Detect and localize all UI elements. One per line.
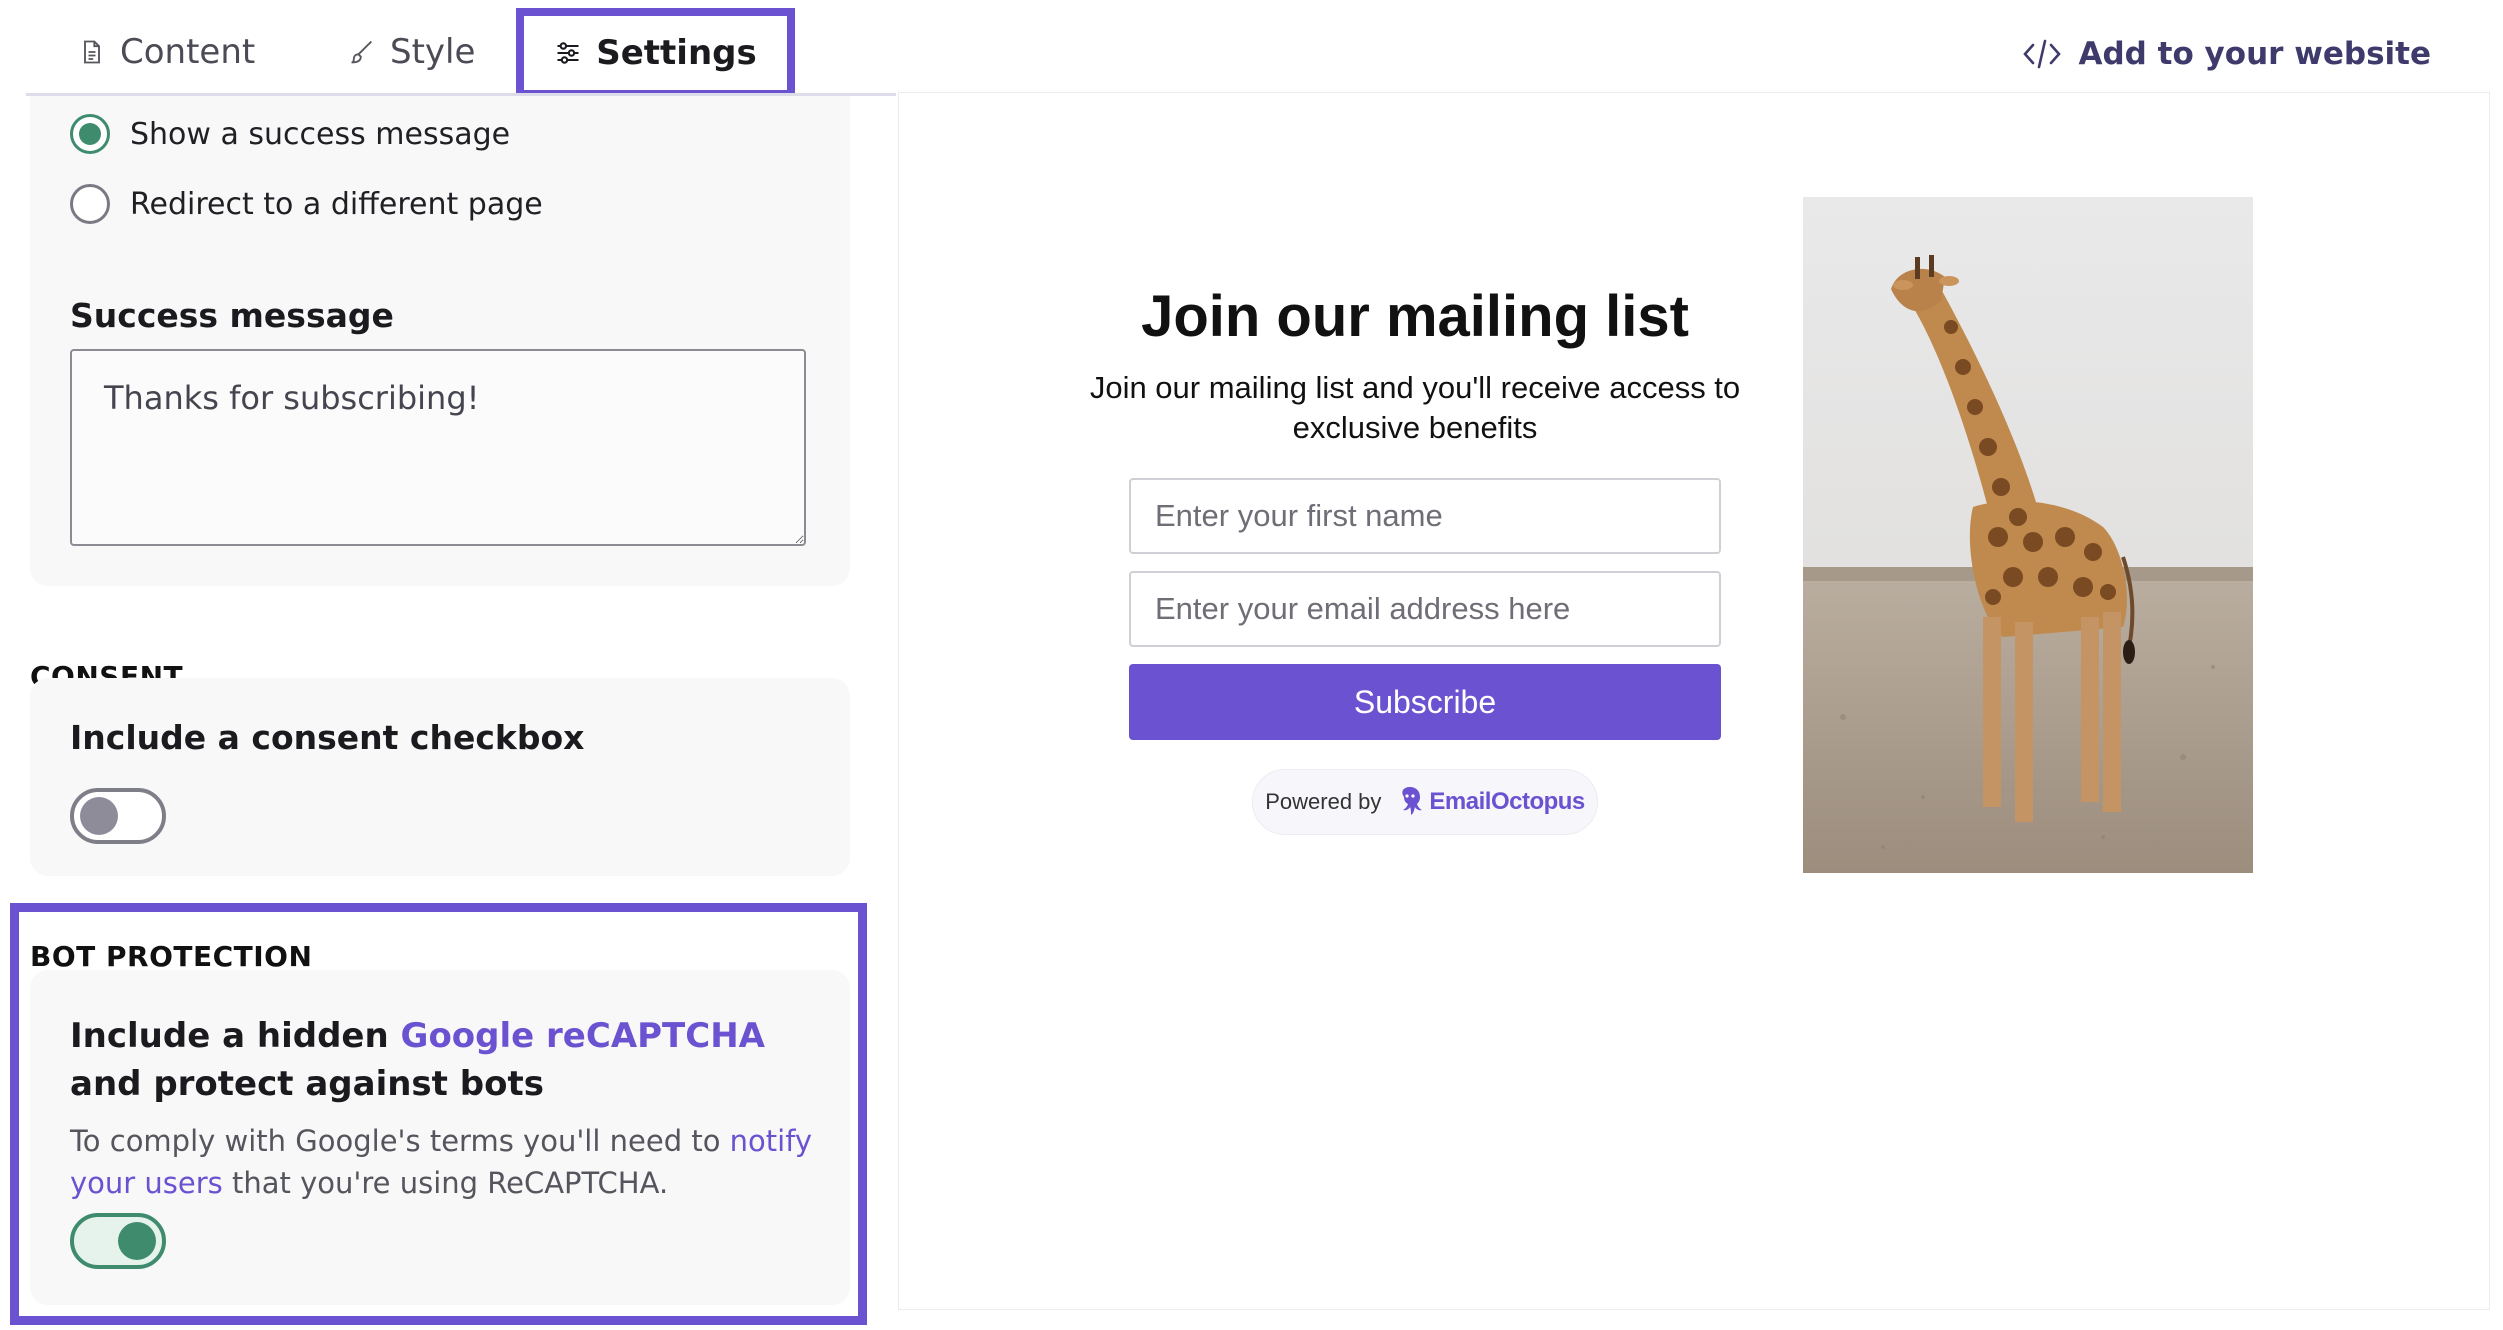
radio-label: Redirect to a different page — [130, 186, 543, 222]
email-input[interactable] — [1129, 571, 1721, 647]
powered-by-badge[interactable]: Powered by EmailOctopus — [1252, 769, 1598, 835]
tab-settings-label: Settings — [596, 33, 757, 73]
radio-button-checked[interactable] — [70, 114, 110, 154]
success-message-field[interactable]: Thanks for subscribing! — [70, 349, 806, 546]
toggle-knob — [118, 1222, 156, 1260]
bot-desc-suffix: that you're using ReCAPTCHA. — [222, 1166, 669, 1200]
tab-content[interactable]: Content — [78, 18, 255, 86]
consent-toggle[interactable] — [70, 788, 166, 844]
bot-protection-description: To comply with Google's terms you'll nee… — [70, 1120, 830, 1204]
sliders-icon — [557, 42, 579, 64]
subscribe-button[interactable]: Subscribe — [1129, 664, 1721, 740]
bot-title-suffix: and protect against bots — [70, 1064, 544, 1104]
tab-style-label: Style — [390, 32, 476, 72]
code-icon — [2023, 39, 2062, 69]
radio-show-success[interactable]: Show a success message — [70, 114, 510, 154]
add-to-website-button[interactable]: Add to your website — [2022, 30, 2431, 78]
first-name-input[interactable] — [1129, 478, 1721, 554]
bot-protection-heading: BOT PROTECTION — [30, 940, 313, 973]
recaptcha-link[interactable]: Google reCAPTCHA — [401, 1016, 765, 1056]
brand-name: EmailOctopus — [1429, 788, 1585, 815]
tab-bar: Content Style Settings Add to your websi… — [0, 0, 2503, 98]
bot-title-prefix: Include a hidden — [70, 1016, 401, 1056]
preview-subtitle: Join our mailing list and you'll receive… — [1089, 370, 1741, 445]
success-message-label: Success message — [70, 296, 394, 335]
add-to-website-label: Add to your website — [2078, 36, 2431, 72]
recaptcha-toggle[interactable] — [70, 1213, 166, 1269]
powered-by-label: Powered by — [1265, 789, 1382, 814]
radio-button[interactable] — [70, 184, 110, 224]
giraffe-image — [1803, 197, 2253, 873]
brush-icon — [351, 40, 372, 64]
form-editor: Content Style Settings Add to your websi… — [0, 0, 2503, 1330]
tab-style[interactable]: Style — [348, 18, 475, 86]
form-preview: Join our mailing list Join our mailing l… — [898, 92, 2490, 1310]
octopus-icon — [1402, 787, 1423, 815]
after-submit-card: Show a success message Redirect to a dif… — [30, 96, 850, 586]
toggle-knob — [80, 797, 118, 835]
tab-content-label: Content — [120, 32, 256, 72]
consent-card: Include a consent checkbox — [30, 678, 850, 876]
radio-label: Show a success message — [130, 116, 511, 152]
document-icon — [84, 40, 100, 64]
tab-settings[interactable]: Settings — [516, 8, 795, 98]
emailoctopus-logo: EmailOctopus — [1397, 785, 1585, 819]
radio-redirect[interactable]: Redirect to a different page — [70, 184, 543, 224]
bot-desc-prefix: To comply with Google's terms you'll nee… — [70, 1124, 730, 1158]
bot-protection-title: Include a hidden Google reCAPTCHA and pr… — [70, 1012, 830, 1108]
bot-protection-card: Include a hidden Google reCAPTCHA and pr… — [30, 970, 850, 1305]
preview-title: Join our mailing list — [1141, 284, 1689, 349]
consent-label: Include a consent checkbox — [70, 718, 585, 757]
